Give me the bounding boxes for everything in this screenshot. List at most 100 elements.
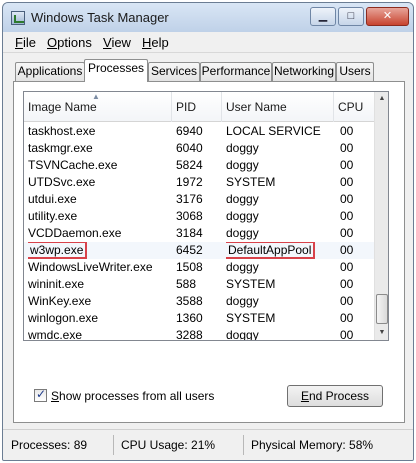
scroll-down-icon[interactable]: ▼ — [375, 326, 388, 340]
cell-cpu: 00 — [340, 192, 354, 206]
status-physical-memory: Physical Memory: 58% — [251, 438, 374, 452]
process-list[interactable]: ▲ Image Name PID User Name CPU taskhost.… — [23, 91, 389, 341]
menu-file-label: ile — [22, 35, 36, 50]
cell-user-name: DefaultAppPool — [226, 242, 316, 259]
cell-image-name: utdui.exe — [28, 192, 77, 206]
minimize-button[interactable]: ▁ — [310, 7, 336, 26]
cell-cpu: 00 — [340, 124, 354, 138]
cell-image-name: winlogon.exe — [28, 311, 99, 325]
tab-performance[interactable]: Performance — [200, 62, 272, 81]
process-rows: taskhost.exe 6940 LOCAL SERVICE 00 taskmgr.e… — [24, 123, 376, 341]
window-title: Windows Task Manager — [31, 10, 169, 25]
cell-cpu: 00 — [340, 243, 354, 257]
cell-pid: 3288 — [176, 328, 203, 341]
tab-processes[interactable]: Processes — [84, 59, 148, 82]
menu-bar: File Options View Help — [3, 32, 413, 53]
cell-image-name: WindowsLiveWriter.exe — [28, 260, 153, 274]
table-row[interactable]: TSVNCache.exe 5824 doggy 00 — [24, 157, 376, 174]
cell-user-name: LOCAL SERVICE — [226, 124, 321, 138]
status-separator — [113, 435, 114, 455]
sort-ascending-icon: ▲ — [92, 92, 100, 101]
menu-view[interactable]: View — [101, 34, 133, 51]
scroll-up-icon[interactable]: ▲ — [375, 92, 388, 106]
column-image-name[interactable]: ▲ Image Name — [24, 92, 172, 122]
cell-image-name: wininit.exe — [28, 277, 85, 291]
checkbox-checked-icon[interactable] — [34, 387, 47, 402]
cell-image-name: TSVNCache.exe — [28, 158, 118, 172]
table-row[interactable]: VCDDaemon.exe 3184 doggy 00 — [24, 225, 376, 242]
cell-pid: 3588 — [176, 294, 203, 308]
cell-user-name: doggy — [226, 226, 259, 240]
status-separator — [243, 435, 244, 455]
table-row[interactable]: wininit.exe 588 SYSTEM 00 — [24, 276, 376, 293]
cell-image-name: VCDDaemon.exe — [28, 226, 122, 240]
maximize-button[interactable]: □ — [338, 7, 364, 26]
menu-help-accel: H — [142, 35, 152, 50]
status-cpu-usage: CPU Usage: 21% — [121, 438, 216, 452]
cell-user-name: SYSTEM — [226, 175, 276, 189]
table-row[interactable]: WindowsLiveWriter.exe 1508 doggy 00 — [24, 259, 376, 276]
table-row[interactable]: w3wp.exe 6452 DefaultAppPool 00 — [24, 242, 376, 259]
tab-services[interactable]: Services — [148, 62, 200, 81]
title-bar[interactable]: Windows Task Manager ▁ □ ✕ — [3, 3, 413, 32]
cell-cpu: 00 — [340, 260, 354, 274]
table-row[interactable]: UTDSvc.exe 1972 SYSTEM 00 — [24, 174, 376, 191]
column-cpu[interactable]: CPU — [334, 92, 376, 122]
menu-file[interactable]: File — [13, 34, 38, 51]
cell-user-name: doggy — [226, 141, 259, 155]
vertical-scrollbar[interactable]: ▲ ▼ — [374, 92, 388, 340]
cell-cpu: 00 — [340, 141, 354, 155]
cell-cpu: 00 — [340, 277, 354, 291]
cell-user-name: doggy — [226, 192, 259, 206]
menu-options[interactable]: Options — [45, 34, 94, 51]
status-processes: Processes: 89 — [11, 438, 88, 452]
cell-pid: 6940 — [176, 124, 203, 138]
cell-user-name: doggy — [226, 260, 259, 274]
cell-cpu: 00 — [340, 226, 354, 240]
cell-pid: 3068 — [176, 209, 203, 223]
cell-cpu: 00 — [340, 175, 354, 189]
menu-options-accel: O — [47, 35, 58, 50]
table-row[interactable]: utdui.exe 3176 doggy 00 — [24, 191, 376, 208]
table-row[interactable]: winlogon.exe 1360 SYSTEM 00 — [24, 310, 376, 327]
close-button[interactable]: ✕ — [366, 7, 409, 26]
table-row[interactable]: wmdc.exe 3288 doggy 00 — [24, 327, 376, 341]
cell-pid: 3184 — [176, 226, 203, 240]
column-header: ▲ Image Name PID User Name CPU — [24, 92, 376, 122]
cell-user-name: doggy — [226, 294, 259, 308]
main-area: Applications Processes Services Performa… — [3, 53, 413, 429]
column-user-name[interactable]: User Name — [222, 92, 334, 122]
cell-image-name: wmdc.exe — [28, 328, 83, 341]
show-all-processes-checkbox[interactable]: Show processes from all users — [34, 387, 215, 405]
column-image-name-label: Image Name — [28, 100, 97, 114]
cell-pid: 588 — [176, 277, 197, 291]
cell-image-name: w3wp.exe — [28, 242, 88, 259]
cell-user-name: SYSTEM — [226, 311, 276, 325]
end-process-button[interactable]: End Process — [287, 385, 383, 407]
tab-applications[interactable]: Applications — [15, 62, 85, 81]
cell-pid: 6040 — [176, 141, 203, 155]
end-process-accel: E — [300, 389, 309, 403]
table-row[interactable]: WinKey.exe 3588 doggy 00 — [24, 293, 376, 310]
status-bar: Processes: 89 CPU Usage: 21% Physical Me… — [3, 429, 413, 460]
tab-networking[interactable]: Networking — [272, 62, 336, 81]
column-pid[interactable]: PID — [172, 92, 222, 122]
show-all-accel: S — [51, 389, 60, 403]
cell-cpu: 00 — [340, 158, 354, 172]
cell-pid: 5824 — [176, 158, 203, 172]
cell-user-name: doggy — [226, 209, 259, 223]
menu-file-accel: F — [15, 35, 23, 50]
table-row[interactable]: taskmgr.exe 6040 doggy 00 — [24, 140, 376, 157]
show-all-label: how processes from all users — [59, 389, 215, 403]
table-row[interactable]: utility.exe 3068 doggy 00 — [24, 208, 376, 225]
menu-view-label: iew — [111, 35, 131, 50]
scroll-thumb[interactable] — [376, 294, 388, 324]
cell-pid: 3176 — [176, 192, 203, 206]
cell-cpu: 00 — [340, 328, 354, 341]
menu-help[interactable]: Help — [140, 34, 171, 51]
cell-user-name: doggy — [226, 328, 259, 341]
menu-options-label: ptions — [57, 35, 92, 50]
tab-users[interactable]: Users — [336, 62, 374, 81]
table-row[interactable]: taskhost.exe 6940 LOCAL SERVICE 00 — [24, 123, 376, 140]
cell-pid: 6452 — [176, 243, 203, 257]
